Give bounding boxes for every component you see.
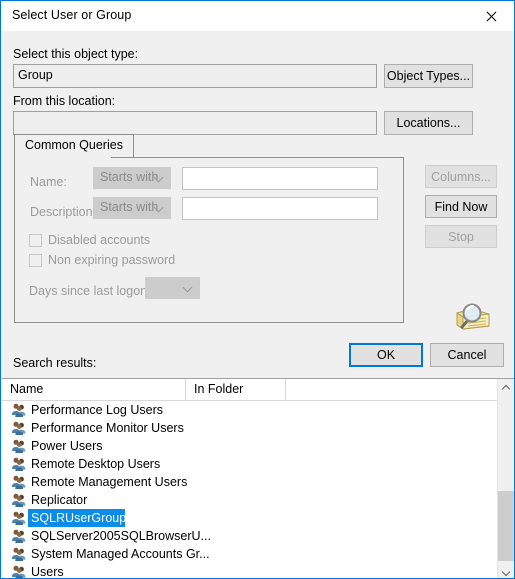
row-name-cell: SQLServer2005SQLBrowserU... [31,529,211,543]
group-icon [11,474,27,490]
search-results-label: Search results: [13,356,97,370]
table-row[interactable]: SQLRUserGroup [2,509,492,527]
row-name-cell: System Managed Accounts Gr... [31,547,210,561]
table-row[interactable]: Remote Desktop Users [2,455,492,473]
table-row[interactable]: Performance Monitor Users [2,419,492,437]
name-condition-combo[interactable]: Starts with [93,167,171,189]
chevron-down-icon [502,568,510,573]
description-condition-combo[interactable]: Starts with [93,197,171,219]
locations-button[interactable]: Locations... [384,111,473,135]
table-row[interactable]: Power Users [2,437,492,455]
description-condition-value: Starts with [100,200,159,214]
disabled-accounts-label: Disabled accounts [48,233,151,247]
close-icon [485,10,498,23]
table-row[interactable]: System Managed Accounts Gr... [2,545,492,563]
chevron-up-icon [502,385,510,390]
group-icon [11,492,27,508]
tab-common-queries[interactable]: Common Queries [14,134,134,158]
table-row[interactable]: Users [2,563,492,578]
scroll-up-button[interactable] [498,379,514,396]
group-icon [11,420,27,436]
checkbox-box [29,254,42,267]
listview-rows: Performance Log Users Performance Monito… [2,401,492,578]
name-label: Name: [30,175,67,189]
description-input[interactable] [182,197,378,220]
table-row[interactable]: SQLServer2005SQLBrowserU... [2,527,492,545]
object-type-label: Select this object type: [13,47,139,61]
row-name-cell: Users [31,565,64,578]
table-row[interactable]: Performance Log Users [2,401,492,419]
name-condition-value: Starts with [100,170,159,184]
stop-button[interactable]: Stop [425,225,497,248]
chevron-down-icon [155,204,164,210]
listview-header: Name In Folder [2,379,514,401]
row-name-cell: Remote Management Users [31,475,188,489]
select-user-or-group-dialog: Select User or Group Select this object … [0,0,515,579]
description-label: Description: [30,205,96,219]
dialog-body: Select this object type: Group Object Ty… [2,31,514,367]
columns-button[interactable]: Columns... [425,165,497,188]
close-button[interactable] [468,1,514,31]
object-types-button[interactable]: Object Types... [384,64,473,88]
group-icon [11,528,27,544]
group-icon [11,510,27,526]
group-icon [11,438,27,454]
table-row[interactable]: Remote Management Users [2,473,492,491]
window-title: Select User or Group [12,8,132,22]
scrollbar-thumb[interactable] [498,491,514,561]
group-icon [11,564,27,578]
column-header-name[interactable]: Name [2,379,186,400]
table-row[interactable]: Replicator [2,491,492,509]
column-header-in-folder[interactable]: In Folder [186,379,286,400]
days-since-last-logon-combo[interactable] [145,277,200,299]
tab-strip: Common Queries [14,134,404,158]
object-type-field[interactable]: Group [13,64,377,88]
group-icon [11,402,27,418]
cancel-button[interactable]: Cancel [430,343,504,367]
location-label: From this location: [13,94,116,108]
non-expiring-password-label: Non expiring password [48,253,176,267]
location-field[interactable] [13,111,377,135]
row-name-cell: Remote Desktop Users [31,457,161,471]
row-name-cell: Performance Monitor Users [31,421,184,435]
column-header-filler [286,379,497,400]
tab-panel-seam [15,156,111,158]
find-now-button[interactable]: Find Now [425,195,497,218]
chevron-down-icon [184,284,193,290]
title-bar: Select User or Group [1,1,514,31]
chevron-down-icon [155,174,164,180]
scroll-down-button[interactable] [498,562,514,578]
ok-button[interactable]: OK [349,343,423,367]
group-icon [11,546,27,562]
row-name-cell: Replicator [31,493,88,507]
search-results-listview: Name In Folder Performance Log Users Per… [2,378,514,578]
name-input[interactable] [182,167,378,190]
group-icon [11,456,27,472]
listview-scrollbar[interactable] [497,379,514,578]
magnifier-folder-icon [449,299,491,335]
row-name-cell: SQLRUserGroup [31,511,127,525]
checkbox-box [29,234,42,247]
row-name-cell: Power Users [31,439,103,453]
days-since-last-logon-label: Days since last logon: [29,284,151,298]
row-name-cell: Performance Log Users [31,403,164,417]
